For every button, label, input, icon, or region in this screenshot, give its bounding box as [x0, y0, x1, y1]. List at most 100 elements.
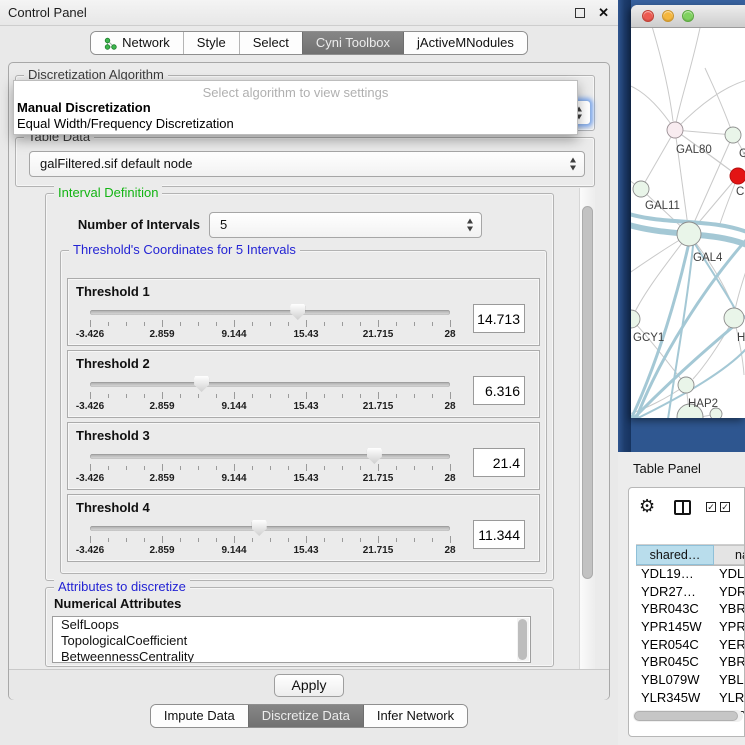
tick-mark — [450, 392, 451, 399]
network-thick-edge — [689, 234, 735, 309]
cyni-toolbox-panel: Discretization Algorithm Table Data galF… — [8, 62, 610, 700]
node-top-right[interactable] — [725, 127, 741, 143]
node-selected-red[interactable] — [730, 168, 745, 184]
close-traffic-light-icon[interactable] — [642, 10, 654, 22]
attribute-item-selfloops[interactable]: SelfLoops — [53, 617, 530, 633]
tick-mark — [450, 536, 451, 543]
number-of-intervals-combobox[interactable]: 5 — [209, 212, 482, 238]
slider-tick-labels: -3.4262.8599.14415.4321.71528 — [90, 473, 450, 485]
tick-label: 28 — [444, 329, 455, 340]
combo-spinner-icon — [569, 158, 578, 171]
network-edge — [631, 238, 683, 276]
tick-mark — [126, 538, 127, 542]
tab-jactivemnodules[interactable]: jActiveMNodules — [403, 32, 527, 54]
tick-mark — [180, 466, 181, 470]
tick-mark — [414, 322, 415, 326]
tab-cyni-toolbox[interactable]: Cyni Toolbox — [302, 32, 403, 54]
table-row[interactable]: YDL19…YDL19 — [636, 566, 745, 584]
algorithm-option-manual-discretization[interactable]: Manual Discretization — [14, 100, 577, 116]
checkbox-icon[interactable]: ✓ — [706, 502, 716, 512]
threshold-1-value[interactable] — [473, 304, 525, 333]
table-horizontal-scrollbar[interactable] — [633, 710, 743, 722]
gear-icon[interactable]: ⚙ — [639, 497, 655, 515]
threshold-4-value[interactable] — [473, 520, 525, 549]
cell-name: YDR27 — [714, 584, 745, 602]
slider-track[interactable] — [90, 526, 450, 531]
node-gal80[interactable] — [667, 122, 683, 138]
cell-name: YBR04 — [714, 601, 745, 619]
tick-mark — [324, 322, 325, 326]
slider-thumb[interactable] — [290, 304, 305, 320]
float-window-icon[interactable] — [575, 8, 585, 18]
threshold-3-slider[interactable]: -3.4262.8599.14415.4321.71528 — [90, 452, 450, 486]
table-row[interactable]: YBR045CYBR04 — [636, 654, 745, 672]
threshold-2-slider[interactable]: -3.4262.8599.14415.4321.71528 — [90, 380, 450, 414]
network-graph[interactable]: GAL80GACGAL11GAL4GCY1HHAP2 — [631, 28, 745, 418]
network-view-window[interactable]: GAL80GACGAL11GAL4GCY1HHAP2 — [631, 5, 745, 418]
numerical-attributes-list[interactable]: SelfLoopsTopologicalCoefficientBetweenne… — [52, 616, 531, 663]
bottom-tab-impute-data[interactable]: Impute Data — [151, 705, 248, 727]
apply-button[interactable]: Apply — [274, 674, 344, 697]
algorithm-option-equal-width-frequency-discretization[interactable]: Equal Width/Frequency Discretization — [14, 116, 577, 132]
table-row[interactable]: YPR145WYPR14 — [636, 619, 745, 637]
tab-select[interactable]: Select — [239, 32, 302, 54]
tab-network[interactable]: Network — [91, 32, 183, 54]
settings-scrollbar-thumb[interactable] — [582, 206, 593, 579]
checkbox-icon[interactable]: ✓ — [720, 502, 730, 512]
threshold-3-value[interactable] — [473, 448, 525, 477]
slider-track[interactable] — [90, 310, 450, 315]
table-data-combobox[interactable]: galFiltered.sif default node — [29, 151, 585, 177]
algorithm-popup-items: Manual DiscretizationEqual Width/Frequen… — [14, 100, 577, 132]
node-label-gcy1: GCY1 — [633, 332, 664, 344]
table-hscrollbar-thumb[interactable] — [634, 711, 738, 721]
node-gal11[interactable] — [633, 181, 649, 197]
minimize-traffic-light-icon[interactable] — [662, 10, 674, 22]
threshold-4-slider[interactable]: -3.4262.8599.14415.4321.71528 — [90, 524, 450, 558]
close-icon[interactable]: ✕ — [598, 0, 609, 26]
tick-mark — [90, 536, 91, 543]
slider-thumb[interactable] — [252, 520, 267, 536]
table-panel-card: ⚙ ✓ ✓ shared… na YDL19…YDL19YDR27…YDR27Y… — [628, 487, 745, 737]
tick-mark — [162, 464, 163, 471]
table-row[interactable]: YBR043CYBR04 — [636, 601, 745, 619]
slider-track[interactable] — [90, 454, 450, 459]
tab-style-label: Style — [197, 32, 226, 54]
attribute-item-topologicalcoefficient[interactable]: TopologicalCoefficient — [53, 633, 530, 649]
network-edge — [641, 130, 675, 189]
table-data-combo-value: galFiltered.sif default node — [40, 156, 192, 171]
tick-mark — [252, 538, 253, 542]
network-window-titlebar[interactable] — [631, 5, 745, 28]
table-row[interactable]: YER054CYER05 — [636, 637, 745, 655]
slider-ticks — [90, 319, 450, 327]
slider-track[interactable] — [90, 382, 450, 387]
tick-mark — [234, 536, 235, 543]
attributes-scrollbar[interactable] — [517, 618, 529, 661]
node-gcy1[interactable] — [631, 310, 640, 328]
select-columns-icon[interactable] — [674, 500, 691, 515]
node-label-h: H — [737, 332, 745, 344]
threshold-2-value[interactable] — [473, 376, 525, 405]
column-header-shared-name[interactable]: shared… — [636, 545, 714, 565]
node-hap2[interactable] — [678, 377, 694, 393]
node-gal4[interactable] — [677, 222, 701, 246]
network-canvas[interactable]: GAL80GACGAL11GAL4GCY1HHAP2 — [631, 28, 745, 418]
settings-vertical-scrollbar[interactable] — [579, 188, 595, 669]
table-row[interactable]: YLR345WYLR34 — [636, 690, 745, 708]
apply-footer: Apply — [9, 669, 609, 700]
column-header-name[interactable]: na — [714, 545, 745, 565]
node-h[interactable] — [724, 308, 744, 328]
network-edge — [651, 28, 673, 121]
bottom-tab-infer-network[interactable]: Infer Network — [363, 705, 467, 727]
zoom-traffic-light-icon[interactable] — [682, 10, 694, 22]
threshold-1-slider[interactable]: -3.4262.8599.14415.4321.71528 — [90, 308, 450, 342]
attribute-item-betweennesscentrality[interactable]: BetweennessCentrality — [53, 649, 530, 663]
table-row[interactable]: YBL079WYBL07 — [636, 672, 745, 690]
tab-jactivemnodules-label: jActiveMNodules — [417, 32, 514, 54]
table-row[interactable]: YDR27…YDR27 — [636, 584, 745, 602]
bottom-tab-discretize-data[interactable]: Discretize Data — [248, 705, 363, 727]
slider-thumb[interactable] — [367, 448, 382, 464]
tab-style[interactable]: Style — [183, 32, 239, 54]
attributes-scrollbar-thumb[interactable] — [518, 619, 527, 660]
slider-thumb[interactable] — [194, 376, 209, 392]
node-label-hap2: HAP2 — [688, 398, 718, 410]
